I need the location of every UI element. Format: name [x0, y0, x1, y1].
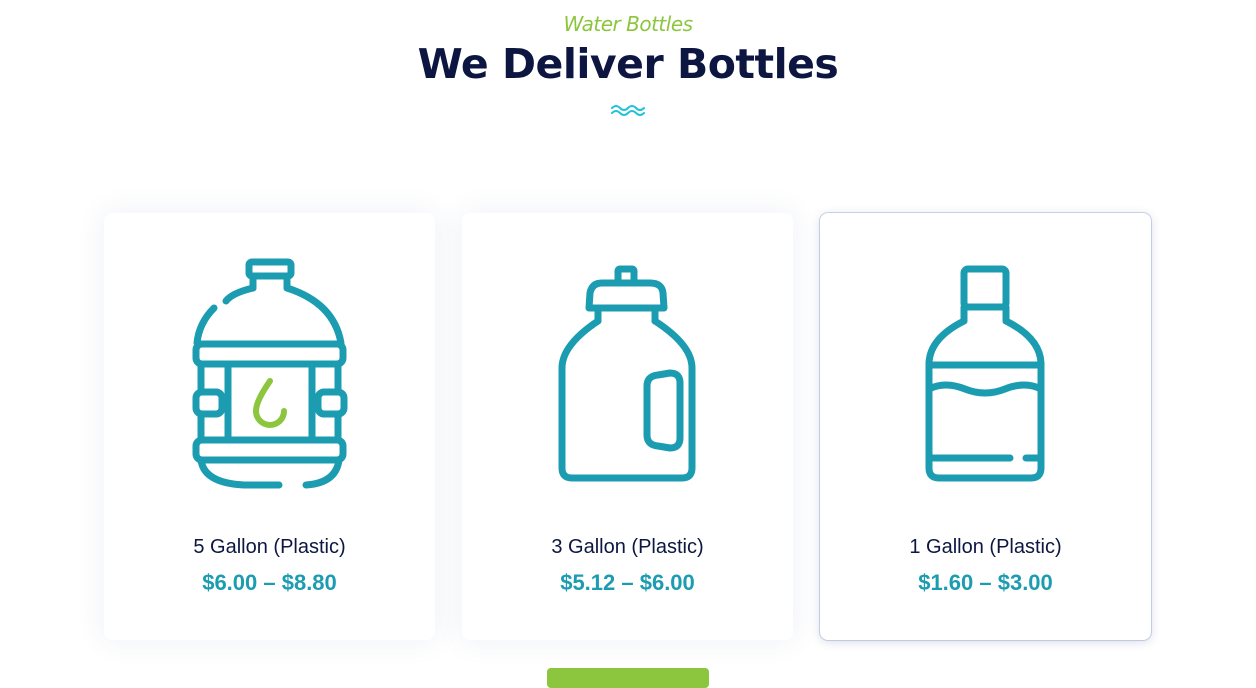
section-title: We Deliver Bottles	[417, 40, 839, 88]
product-card-3-gallon[interactable]: 3 Gallon (Plastic) $5.12 – $6.00	[462, 213, 793, 640]
product-card-1-gallon[interactable]: 1 Gallon (Plastic) $1.60 – $3.00	[820, 213, 1151, 640]
one-gallon-bottle-icon[interactable]	[820, 213, 1151, 513]
section-eyebrow: Water Bottles	[563, 12, 693, 36]
product-price: $6.00 – $8.80	[202, 570, 337, 595]
five-gallon-jug-icon[interactable]	[104, 213, 435, 513]
product-card-5-gallon[interactable]: 5 Gallon (Plastic) $6.00 – $8.80	[104, 213, 435, 640]
product-price: $1.60 – $3.00	[918, 570, 1053, 595]
product-name[interactable]: 5 Gallon (Plastic)	[104, 536, 435, 559]
wave-divider-icon	[611, 105, 645, 116]
product-price: $5.12 – $6.00	[560, 570, 695, 595]
product-name[interactable]: 3 Gallon (Plastic)	[462, 536, 793, 559]
three-gallon-jug-icon[interactable]	[462, 213, 793, 513]
view-all-button[interactable]	[547, 668, 709, 688]
product-name[interactable]: 1 Gallon (Plastic)	[820, 536, 1151, 559]
